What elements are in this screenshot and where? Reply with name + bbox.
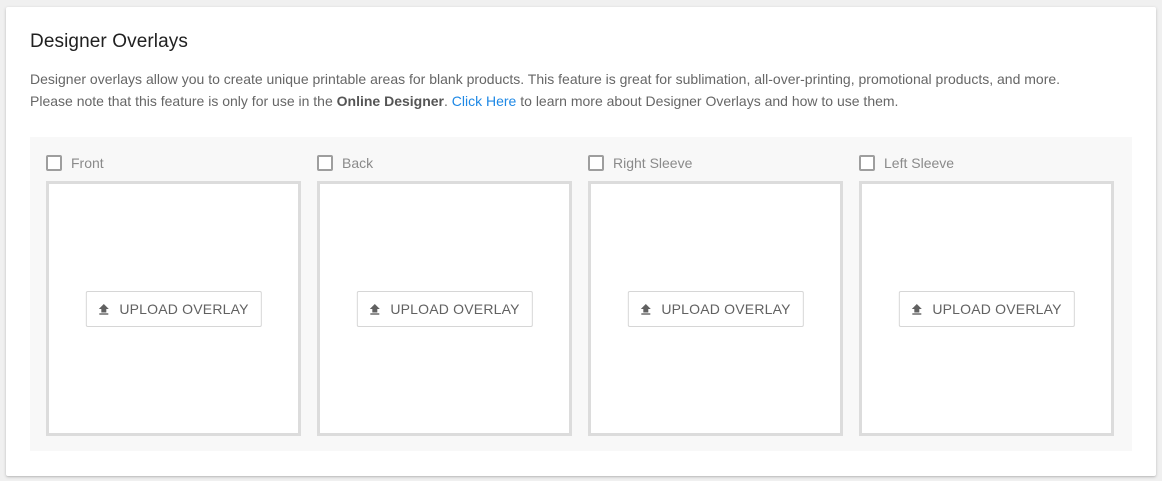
back-upload-overlay-button[interactable]: UPLOAD OVERLAY: [356, 290, 533, 327]
back-checkbox[interactable]: [317, 155, 333, 171]
left-sleeve-checkbox[interactable]: [859, 155, 875, 171]
upload-icon: [911, 303, 922, 315]
description-line-2: Please note that this feature is only fo…: [30, 90, 1130, 112]
left-sleeve-overlay-dropzone: UPLOAD OVERLAY: [859, 181, 1114, 436]
overlay-slot-front: Front UPLOAD OVERLAY: [46, 137, 301, 451]
upload-overlay-label: UPLOAD OVERLAY: [119, 300, 249, 317]
click-here-link[interactable]: Click Here: [452, 93, 517, 109]
left-sleeve-upload-overlay-button[interactable]: UPLOAD OVERLAY: [898, 290, 1075, 327]
upload-icon: [369, 303, 380, 315]
overlay-header-front: Front: [46, 153, 104, 173]
upload-overlay-label: UPLOAD OVERLAY: [661, 300, 791, 317]
description-line-1: Designer overlays allow you to create un…: [30, 71, 1061, 87]
overlay-header-back: Back: [317, 153, 373, 173]
upload-overlay-label: UPLOAD OVERLAY: [932, 300, 1062, 317]
right-sleeve-checkbox[interactable]: [588, 155, 604, 171]
upload-icon: [98, 303, 109, 315]
overlays-panel: Front UPLOAD OVERLAY Back UPLOAD OVERLAY: [30, 137, 1132, 451]
overlay-header-left-sleeve: Left Sleeve: [859, 153, 954, 173]
front-label: Front: [71, 155, 104, 171]
online-designer-text: Online Designer: [336, 93, 444, 109]
description-suffix: to learn more about Designer Overlays an…: [516, 93, 899, 109]
upload-icon: [640, 303, 651, 315]
designer-overlays-card: Designer Overlays Designer overlays allo…: [6, 7, 1156, 476]
description-dot: .: [444, 93, 452, 109]
overlay-slot-left-sleeve: Left Sleeve UPLOAD OVERLAY: [859, 137, 1114, 451]
front-overlay-dropzone: UPLOAD OVERLAY: [46, 181, 301, 436]
front-upload-overlay-button[interactable]: UPLOAD OVERLAY: [85, 290, 262, 327]
back-overlay-dropzone: UPLOAD OVERLAY: [317, 181, 572, 436]
left-sleeve-label: Left Sleeve: [884, 155, 955, 171]
overlay-slot-right-sleeve: Right Sleeve UPLOAD OVERLAY: [588, 137, 843, 451]
right-sleeve-overlay-dropzone: UPLOAD OVERLAY: [588, 181, 843, 436]
back-label: Back: [342, 155, 374, 171]
description-prefix: Please note that this feature is only fo…: [30, 93, 337, 109]
overlay-slot-back: Back UPLOAD OVERLAY: [317, 137, 572, 451]
right-sleeve-upload-overlay-button[interactable]: UPLOAD OVERLAY: [627, 290, 804, 327]
front-checkbox[interactable]: [46, 155, 62, 171]
section-description: Designer overlays allow you to create un…: [30, 68, 1130, 112]
upload-overlay-label: UPLOAD OVERLAY: [390, 300, 520, 317]
section-title: Designer Overlays: [30, 31, 188, 52]
overlay-header-right-sleeve: Right Sleeve: [588, 153, 692, 173]
right-sleeve-label: Right Sleeve: [613, 155, 693, 171]
